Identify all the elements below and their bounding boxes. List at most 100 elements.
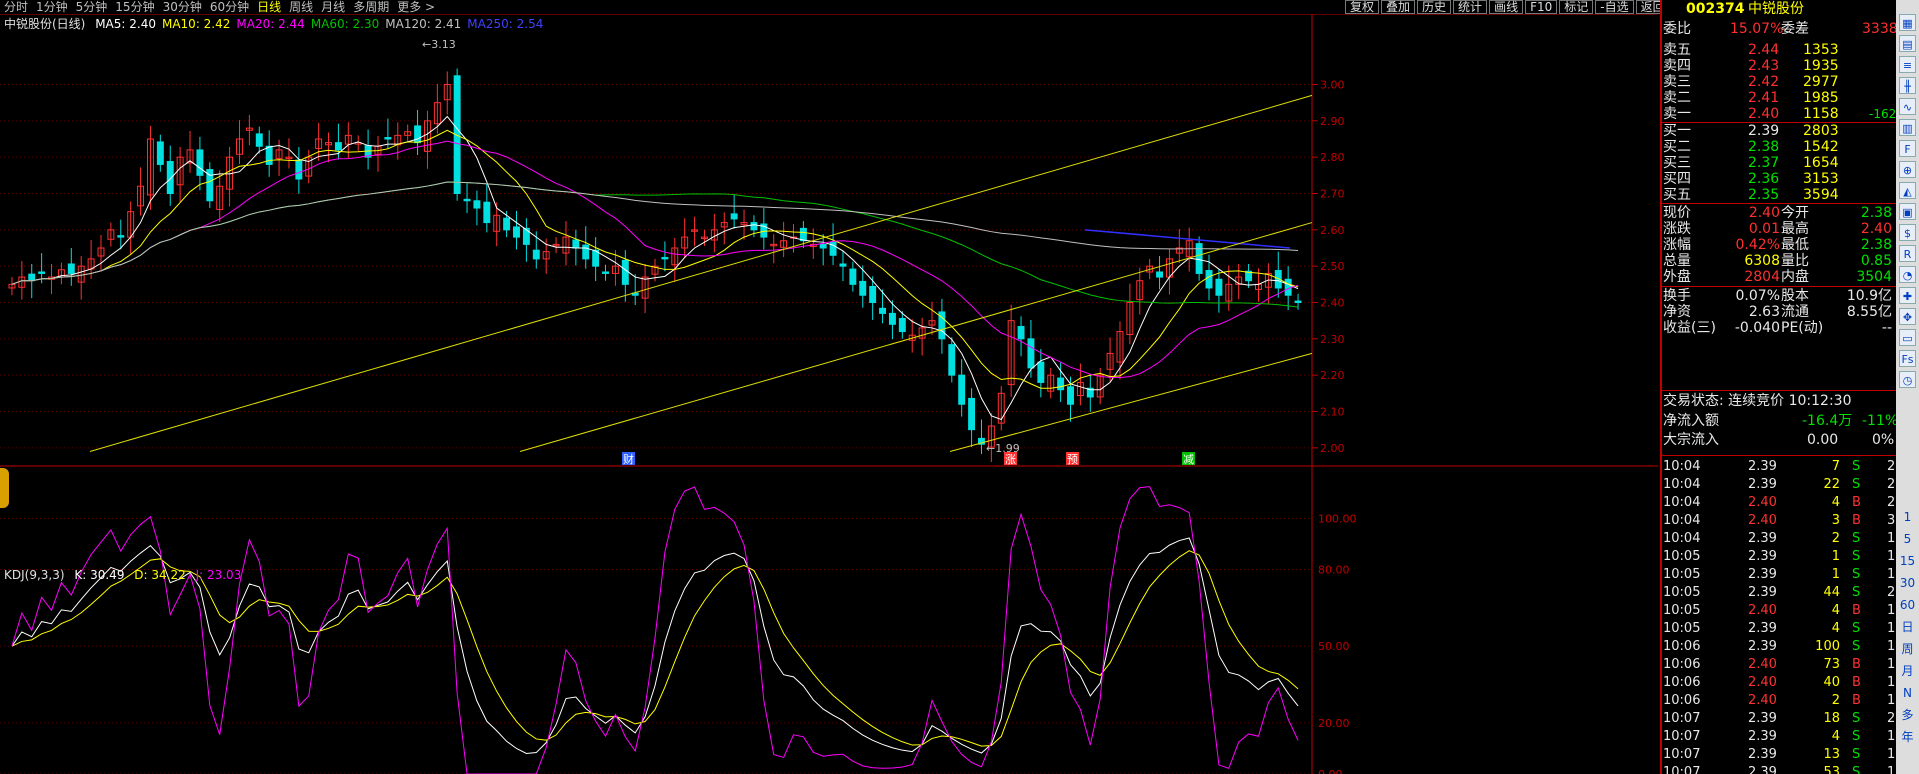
- collapse-handle[interactable]: [0, 468, 9, 508]
- tick-price: 2.39: [1748, 765, 1777, 774]
- tick-row: 10:06 2.40 2 B 1: [1662, 691, 1897, 710]
- tick-row: 10:04 2.40 3 B 3: [1662, 511, 1897, 530]
- rsi-icon[interactable]: R: [1899, 245, 1916, 262]
- net-flow-label: 净流入额: [1663, 413, 1719, 429]
- tick-price: 2.39: [1748, 621, 1777, 636]
- tick-volume: 2: [1831, 531, 1840, 546]
- grid-icon[interactable]: ▤: [1899, 35, 1916, 52]
- tick-count: 1: [1887, 657, 1896, 672]
- ma60-line: [11, 181, 1299, 308]
- kdj-tick-label: 80.00: [1318, 563, 1350, 576]
- zoom-icon[interactable]: ⊕: [1899, 161, 1916, 178]
- cross-icon[interactable]: ✚: [1899, 287, 1916, 304]
- toolbar-button-4[interactable]: 画线: [1489, 0, 1524, 14]
- tick-row: 10:07 2.39 4 S 1: [1662, 727, 1897, 746]
- period-tab-9[interactable]: 多周期: [349, 0, 393, 14]
- ma-label-0: MA5: 2.40: [95, 17, 156, 31]
- level-icon[interactable]: ▭: [1899, 329, 1916, 346]
- sidebar-period-10[interactable]: 年: [1896, 728, 1919, 746]
- tick-time: 10:04: [1663, 459, 1701, 474]
- sidebar-period-6[interactable]: 周: [1896, 640, 1919, 658]
- candle-body: [265, 145, 273, 165]
- period-tab-7[interactable]: 周线: [285, 0, 317, 14]
- tick-row: 10:05 2.39 44 S 2: [1662, 583, 1897, 602]
- table-icon[interactable]: ▣: [1899, 203, 1916, 220]
- tick-row: 10:07 2.39 18 S 2: [1662, 709, 1897, 728]
- sidebar-period-5[interactable]: 日: [1896, 618, 1919, 636]
- sidebar-period-9[interactable]: 多: [1896, 706, 1919, 724]
- tick-volume: 44: [1823, 585, 1840, 600]
- candle-body: [879, 307, 887, 314]
- tick-volume: 7: [1831, 459, 1840, 474]
- candle-body: [483, 201, 491, 224]
- clock-icon[interactable]: ◷: [1899, 371, 1916, 388]
- tick-volume: 53: [1823, 765, 1840, 774]
- toolbar-button-2[interactable]: 历史: [1417, 0, 1452, 14]
- tick-volume: 4: [1831, 729, 1840, 744]
- tick-time: 10:04: [1663, 477, 1701, 492]
- event-marker-0: 财: [623, 452, 634, 466]
- block-flow-row: 大宗流入 0.00 0%: [1662, 431, 1897, 450]
- weibi-value: 15.07%: [1730, 21, 1784, 37]
- stat-label: 外盘: [1663, 269, 1691, 285]
- price-tick-label: 2.10: [1320, 406, 1345, 419]
- sidebar-period-0[interactable]: 1: [1896, 508, 1919, 526]
- toolbar-button-7[interactable]: -自选: [1595, 0, 1634, 14]
- toolbar-button-1[interactable]: 叠加: [1381, 0, 1416, 14]
- period-tab-10[interactable]: 更多 >: [393, 0, 439, 14]
- sidebar-period-1[interactable]: 5: [1896, 530, 1919, 548]
- fs-icon[interactable]: Fs: [1899, 350, 1916, 367]
- toolbar-button-3[interactable]: 统计: [1453, 0, 1488, 14]
- dollar-icon[interactable]: $: [1899, 224, 1916, 241]
- period-tab-6[interactable]: 日线: [253, 0, 285, 14]
- tick-time: 10:06: [1663, 639, 1701, 654]
- candle-body: [859, 280, 867, 296]
- trade-status-text: 交易状态: 连续竞价 10:12:30: [1663, 393, 1852, 409]
- kline-chart[interactable]: 3.00 2.90 2.80 2.70 2.60 2.50 2.40 2.30 2.20 2.10…: [0, 14, 1658, 774]
- pie-icon[interactable]: ◔: [1899, 266, 1916, 283]
- price-tick-label: 2.00: [1320, 442, 1345, 455]
- tick-direction: B: [1852, 495, 1861, 510]
- tick-time: 10:05: [1663, 603, 1701, 618]
- period-tab-0[interactable]: 分时: [0, 0, 32, 14]
- period-tab-5[interactable]: 60分钟: [206, 0, 253, 14]
- sidebar-period-2[interactable]: 15: [1896, 552, 1919, 570]
- candle-body: [1215, 278, 1223, 296]
- tick-direction: B: [1852, 657, 1861, 672]
- tick-count: 1: [1887, 765, 1896, 774]
- area-icon[interactable]: ◭: [1899, 182, 1916, 199]
- period-tab-2[interactable]: 5分钟: [72, 0, 112, 14]
- period-tab-1[interactable]: 1分钟: [32, 0, 72, 14]
- toolbar-button-5[interactable]: F10: [1525, 0, 1558, 14]
- tick-price: 2.39: [1748, 585, 1777, 600]
- sidebar-period-8[interactable]: N: [1896, 684, 1919, 702]
- sidebar-period-3[interactable]: 30: [1896, 574, 1919, 592]
- block-flow-value: 0.00: [1807, 432, 1839, 448]
- period-tab-3[interactable]: 15分钟: [111, 0, 158, 14]
- kline-icon[interactable]: ╫: [1899, 77, 1916, 94]
- ma-label-4: MA120: 2.41: [385, 17, 462, 31]
- tick-volume: 100: [1815, 639, 1840, 654]
- chart-icon[interactable]: ▦: [1899, 14, 1916, 31]
- toolbar-button-6[interactable]: 标记: [1559, 0, 1594, 14]
- tick-row: 10:04 2.39 7 S 2: [1662, 457, 1897, 476]
- tick-row: 10:06 2.40 40 B 1: [1662, 673, 1897, 692]
- stat-value: --: [1881, 320, 1892, 336]
- f10-icon[interactable]: F: [1899, 140, 1916, 157]
- sidebar-period-7[interactable]: 月: [1896, 662, 1919, 680]
- move-icon[interactable]: ✥: [1899, 308, 1916, 325]
- list-icon[interactable]: ≡: [1899, 56, 1916, 73]
- period-tab-8[interactable]: 月线: [317, 0, 349, 14]
- line-icon[interactable]: ∿: [1899, 98, 1916, 115]
- period-tab-4[interactable]: 30分钟: [159, 0, 206, 14]
- tick-count: 1: [1887, 729, 1896, 744]
- tick-row: 10:05 2.40 4 B 1: [1662, 601, 1897, 620]
- tick-direction: S: [1852, 531, 1861, 546]
- sidebar-period-4[interactable]: 60: [1896, 596, 1919, 614]
- stat2-row-2: 收益(三) -0.040 PE(动) --: [1662, 319, 1897, 338]
- candle-body: [948, 344, 956, 376]
- toolbar-button-0[interactable]: 复权: [1345, 0, 1380, 14]
- candle-body: [968, 397, 976, 431]
- bars-icon[interactable]: ▥: [1899, 119, 1916, 136]
- event-marker-3: 减: [1183, 453, 1194, 466]
